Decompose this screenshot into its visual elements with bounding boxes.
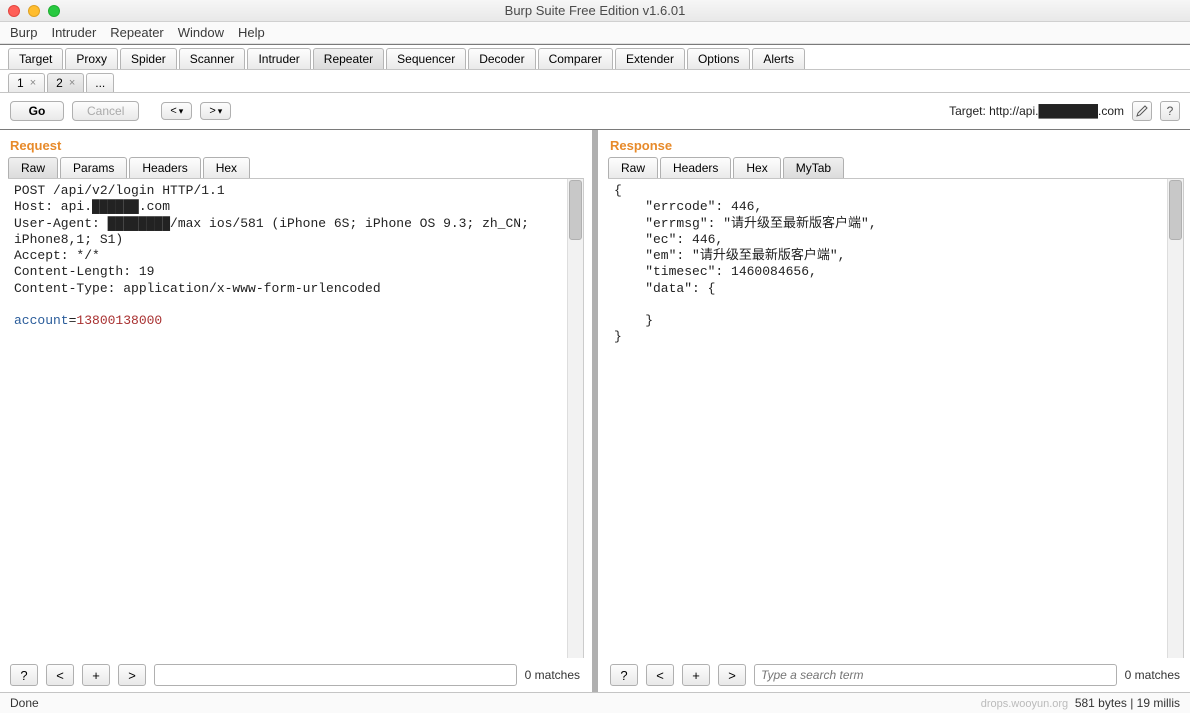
request-tab-raw[interactable]: Raw	[8, 157, 58, 178]
request-search-next-button[interactable]: >	[118, 664, 146, 686]
response-title: Response	[600, 130, 1190, 157]
go-button[interactable]: Go	[10, 101, 64, 121]
close-icon[interactable]: ×	[30, 77, 36, 89]
status-bar: Done drops.wooyun.org 581 bytes | 19 mil…	[0, 692, 1190, 713]
edit-target-button[interactable]	[1132, 101, 1152, 121]
request-tab-headers[interactable]: Headers	[129, 157, 200, 178]
history-back-button[interactable]: <▾	[161, 102, 192, 120]
tab-repeater[interactable]: Repeater	[313, 48, 384, 69]
window-title: Burp Suite Free Edition v1.6.01	[0, 3, 1190, 18]
window-titlebar: Burp Suite Free Edition v1.6.01	[0, 0, 1190, 22]
response-tab-mytab[interactable]: MyTab	[783, 157, 844, 178]
repeater-tab-2[interactable]: 2×	[47, 73, 84, 92]
request-search-matches: 0 matches	[525, 668, 580, 682]
repeater-toolbar: Go Cancel <▾ >▾ Target: http://api.█████…	[0, 93, 1190, 130]
request-search-help-button[interactable]: ?	[10, 664, 38, 686]
pane-divider[interactable]	[592, 130, 598, 692]
response-tab-raw[interactable]: Raw	[608, 157, 658, 178]
request-search-bar: ? < + > 0 matches	[0, 658, 590, 692]
tab-spider[interactable]: Spider	[120, 48, 177, 69]
watermark: drops.wooyun.org	[981, 698, 1068, 710]
response-search-input[interactable]	[754, 664, 1117, 686]
tab-intruder[interactable]: Intruder	[247, 48, 310, 69]
target-label: Target: http://api.███████.com	[949, 104, 1124, 118]
main-tab-bar: TargetProxySpiderScannerIntruderRepeater…	[0, 44, 1190, 70]
tab-sequencer[interactable]: Sequencer	[386, 48, 466, 69]
menu-help[interactable]: Help	[238, 25, 265, 40]
request-search-input[interactable]	[154, 664, 517, 686]
response-search-next-button[interactable]: >	[718, 664, 746, 686]
status-left: Done	[10, 696, 39, 710]
request-tab-bar: RawParamsHeadersHex	[0, 157, 590, 178]
request-tab-hex[interactable]: Hex	[203, 157, 250, 178]
response-search-help-button[interactable]: ?	[610, 664, 638, 686]
menu-window[interactable]: Window	[178, 25, 224, 40]
menu-intruder[interactable]: Intruder	[51, 25, 96, 40]
request-search-prev-button[interactable]: <	[46, 664, 74, 686]
request-search-add-button[interactable]: +	[82, 664, 110, 686]
status-right: 581 bytes | 19 millis	[1075, 696, 1180, 710]
response-pane: Response RawHeadersHexMyTab { "errcode":…	[600, 130, 1190, 692]
request-pane: Request RawParamsHeadersHex POST /api/v2…	[0, 130, 590, 692]
tab-comparer[interactable]: Comparer	[538, 48, 613, 69]
response-search-matches: 0 matches	[1125, 668, 1180, 682]
tab-options[interactable]: Options	[687, 48, 750, 69]
help-button[interactable]: ?	[1160, 101, 1180, 121]
tab-decoder[interactable]: Decoder	[468, 48, 535, 69]
request-scrollbar[interactable]	[567, 179, 583, 658]
pencil-icon	[1136, 105, 1148, 117]
response-editor[interactable]: { "errcode": 446, "errmsg": "请升级至最新版客户端"…	[608, 179, 1167, 658]
tab-target[interactable]: Target	[8, 48, 63, 69]
history-forward-button[interactable]: >▾	[200, 102, 231, 120]
response-search-bar: ? < + > 0 matches	[600, 658, 1190, 692]
menu-repeater[interactable]: Repeater	[110, 25, 163, 40]
repeater-tab-1[interactable]: 1×	[8, 73, 45, 92]
repeater-subtab-bar: 1×2×...	[0, 70, 1190, 93]
response-scrollbar[interactable]	[1167, 179, 1183, 658]
split-panes: Request RawParamsHeadersHex POST /api/v2…	[0, 130, 1190, 692]
response-tab-headers[interactable]: Headers	[660, 157, 731, 178]
app-menubar: Burp Intruder Repeater Window Help	[0, 22, 1190, 44]
tab-proxy[interactable]: Proxy	[65, 48, 118, 69]
tab-scanner[interactable]: Scanner	[179, 48, 246, 69]
request-tab-params[interactable]: Params	[60, 157, 127, 178]
repeater-tab-...[interactable]: ...	[86, 73, 114, 92]
response-tab-hex[interactable]: Hex	[733, 157, 780, 178]
tab-extender[interactable]: Extender	[615, 48, 685, 69]
request-title: Request	[0, 130, 590, 157]
response-search-add-button[interactable]: +	[682, 664, 710, 686]
request-editor[interactable]: POST /api/v2/login HTTP/1.1 Host: api.██…	[8, 179, 567, 658]
menu-burp[interactable]: Burp	[10, 25, 37, 40]
response-search-prev-button[interactable]: <	[646, 664, 674, 686]
close-icon[interactable]: ×	[69, 77, 75, 89]
tab-alerts[interactable]: Alerts	[752, 48, 805, 69]
cancel-button[interactable]: Cancel	[72, 101, 139, 121]
response-tab-bar: RawHeadersHexMyTab	[600, 157, 1190, 178]
